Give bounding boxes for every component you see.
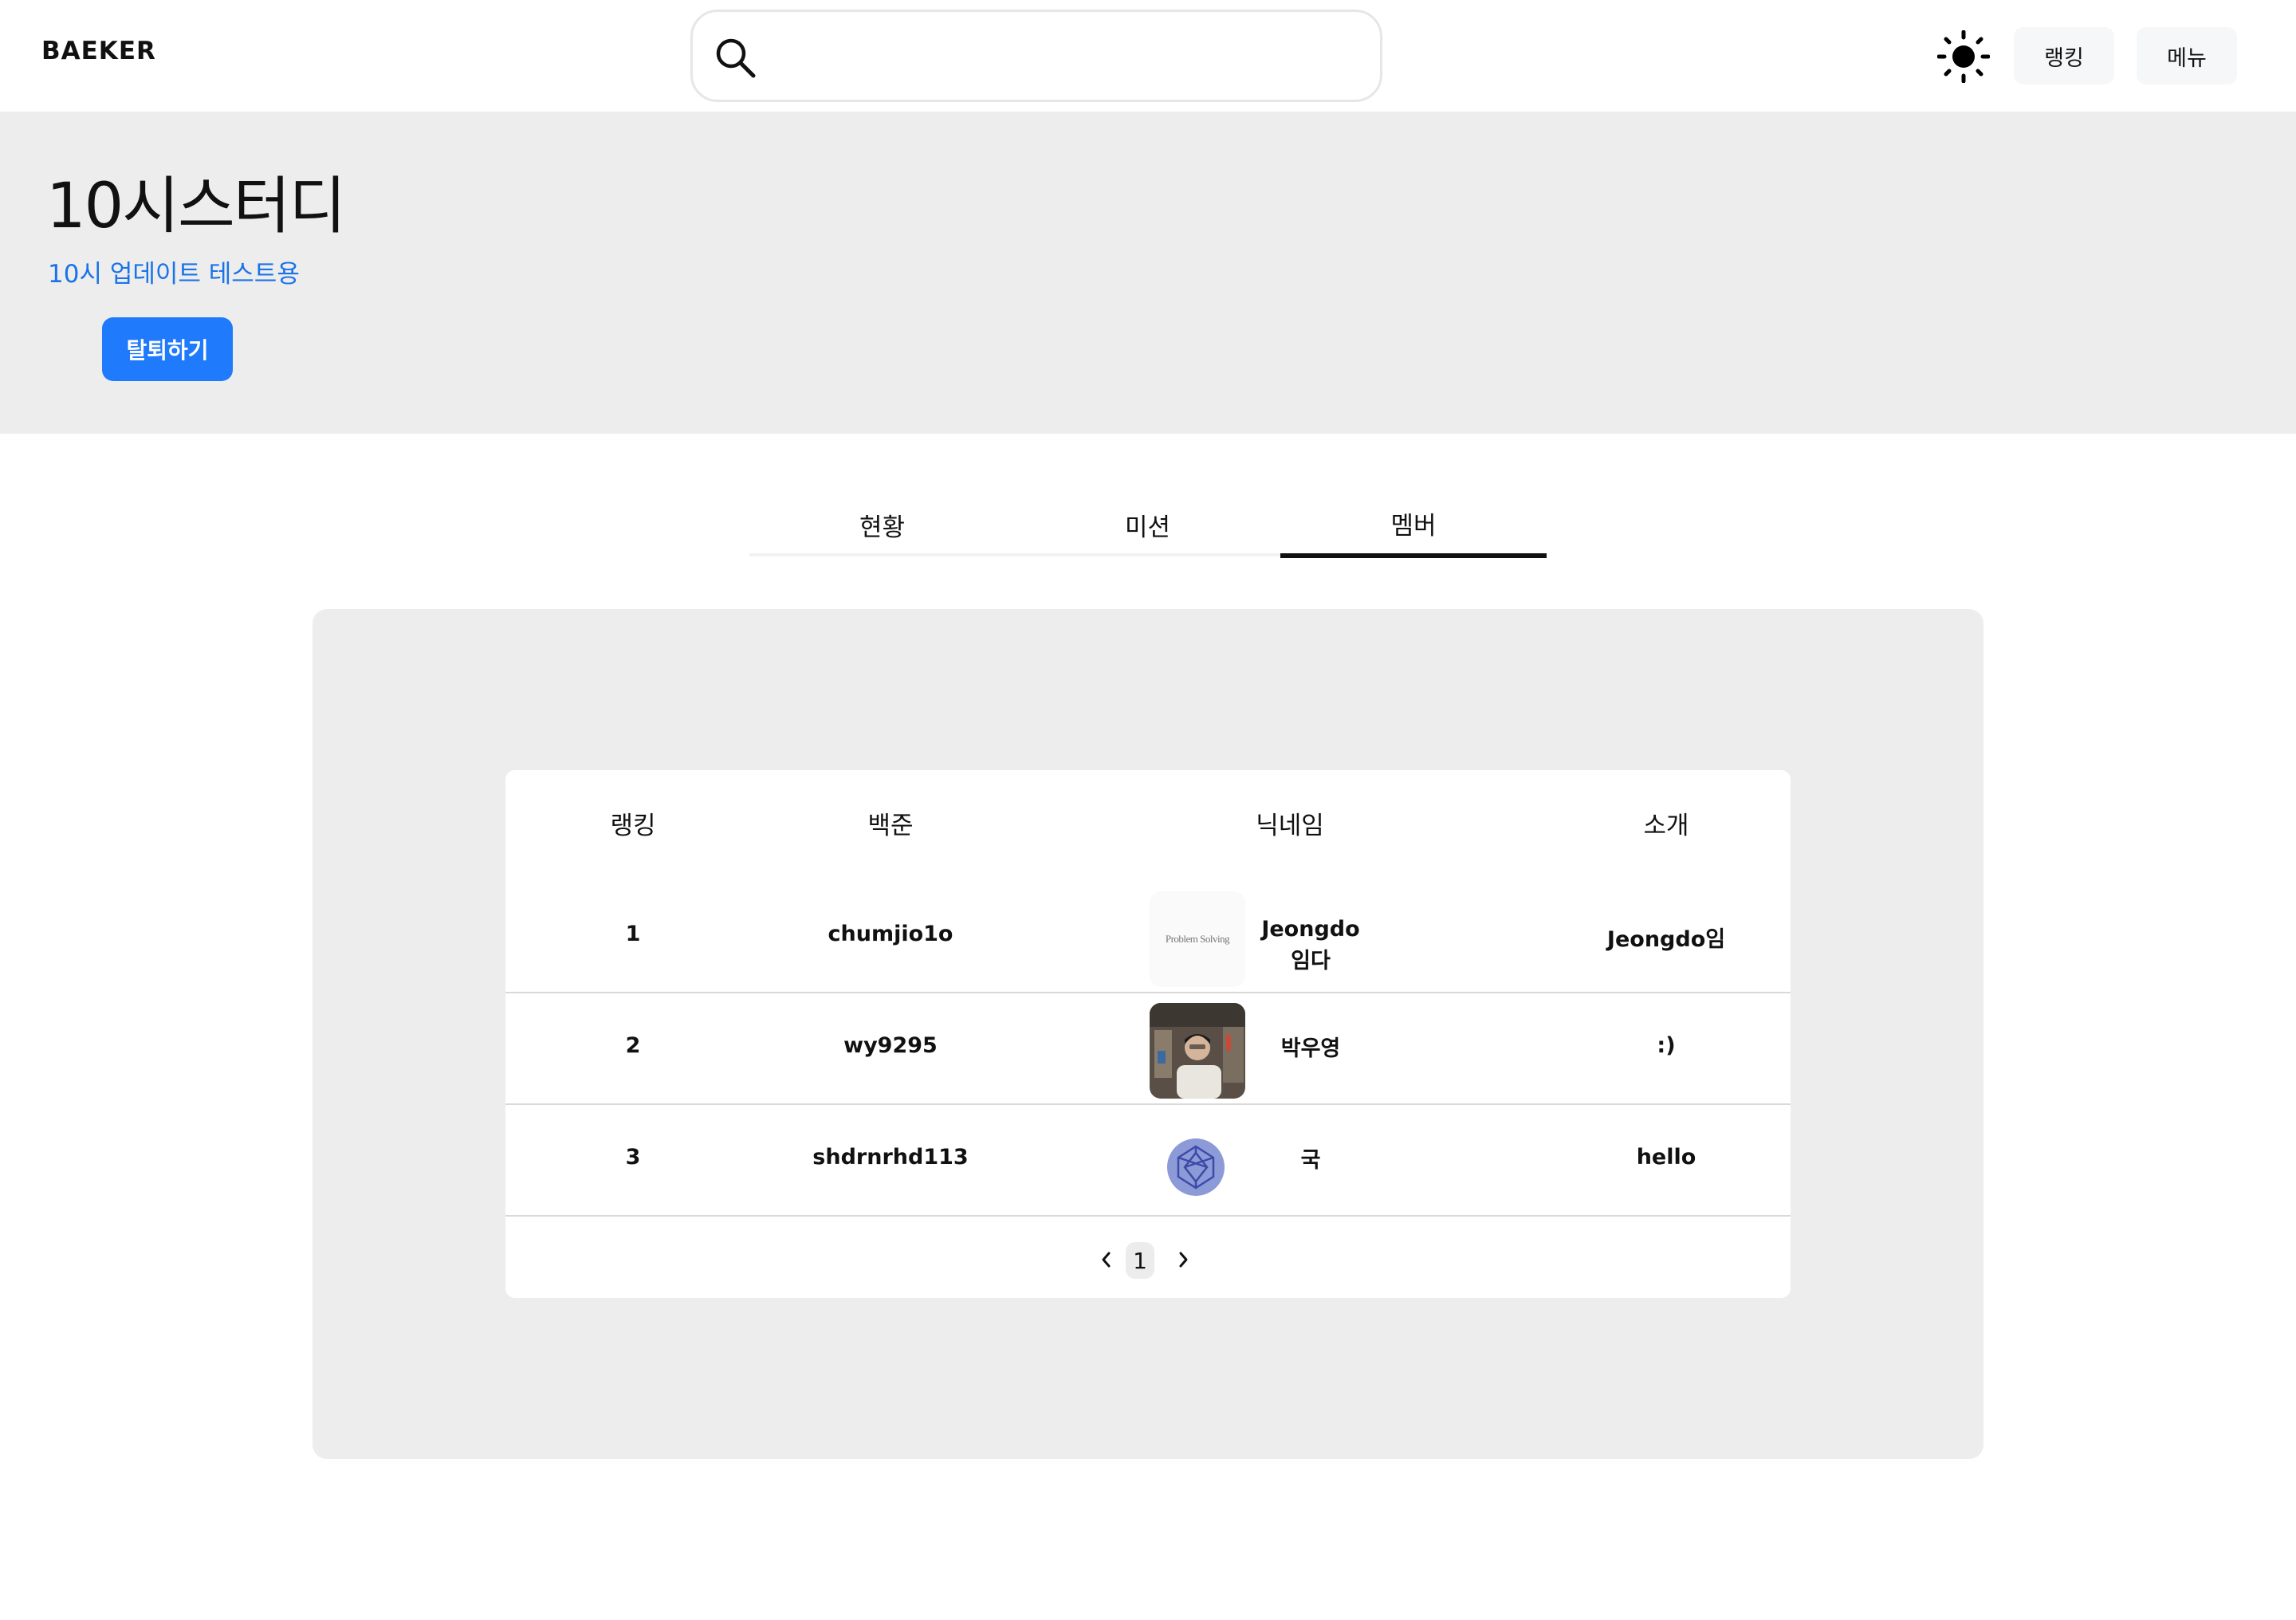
members-table: 랭킹 백준 닉네임 소개 1 chumjio1o Problem Solving… [505,770,1791,1298]
members-panel: 랭킹 백준 닉네임 소개 1 chumjio1o Problem Solving… [313,609,1983,1459]
search-bar[interactable] [690,10,1382,102]
header-baekjoon: 백준 [867,812,914,840]
row-rank: 1 [625,922,641,946]
row-nickname: 국 [1300,1148,1321,1173]
header-nickname: 닉네임 [1256,812,1324,840]
geometric-logo-image [1150,1115,1245,1210]
avatar-caption: Problem Solving [1165,933,1230,945]
row-intro: hello [1636,1145,1696,1170]
profile-photo-image [1150,1003,1245,1099]
tab-mission[interactable]: 미션 [1015,493,1280,556]
row-intro: :) [1657,1033,1676,1058]
row-rank: 3 [625,1145,641,1170]
tab-members[interactable]: 멤버 [1280,493,1547,558]
header-intro: 소개 [1643,812,1689,840]
leave-study-button[interactable]: 탈퇴하기 [102,317,233,381]
geometric-logo [1150,1115,1245,1210]
study-title: 10시스터디 [46,171,346,242]
nickname-line-2: 임다 [1291,949,1331,973]
row-intro: Jeongdo임 [1606,927,1726,952]
table-row[interactable]: 3 shdrnrhd113 국 hello [505,1105,1791,1217]
nickname-line-1: Jeongdo [1261,917,1360,942]
tab-status[interactable]: 현황 [749,493,1015,556]
row-baekjoon-id: chumjio1o [828,922,953,946]
table-row[interactable]: 2 wy9295 박우영 :) [505,993,1791,1105]
search-icon[interactable] [714,36,758,81]
top-header: BAEKER 랭킹 메뉴 [0,0,2296,112]
search-input[interactable] [773,28,1362,84]
header-rank: 랭킹 [610,812,656,840]
study-hero: 10시스터디 10시 업데이트 테스트용 탈퇴하기 [0,112,2296,434]
study-tabs: 현황 미션 멤버 [749,493,1547,558]
app-logo[interactable]: BAEKER [41,37,156,65]
study-description: 10시 업데이트 테스트용 [48,260,300,289]
row-baekjoon-id: wy9295 [843,1033,938,1058]
row-baekjoon-id: shdrnrhd113 [812,1145,969,1170]
table-row[interactable]: 1 chumjio1o Problem Solving Jeongdo 임다 J… [505,882,1791,993]
ranking-button[interactable]: 랭킹 [2014,27,2114,85]
chevron-left-icon[interactable] [1097,1250,1116,1269]
row-nickname: 박우영 [1280,1036,1341,1061]
profile-photo [1150,1003,1245,1099]
row-nickname: Jeongdo 임다 [1255,914,1366,977]
chevron-right-icon[interactable] [1174,1250,1193,1269]
table-header: 랭킹 백준 닉네임 소개 [505,770,1791,874]
problem-solving-image: Problem Solving [1150,891,1245,987]
page-number[interactable]: 1 [1126,1242,1154,1279]
sun-icon[interactable] [1937,30,1990,83]
row-rank: 2 [625,1033,641,1058]
pagination: 1 [505,1220,1791,1298]
menu-button[interactable]: 메뉴 [2137,27,2237,85]
